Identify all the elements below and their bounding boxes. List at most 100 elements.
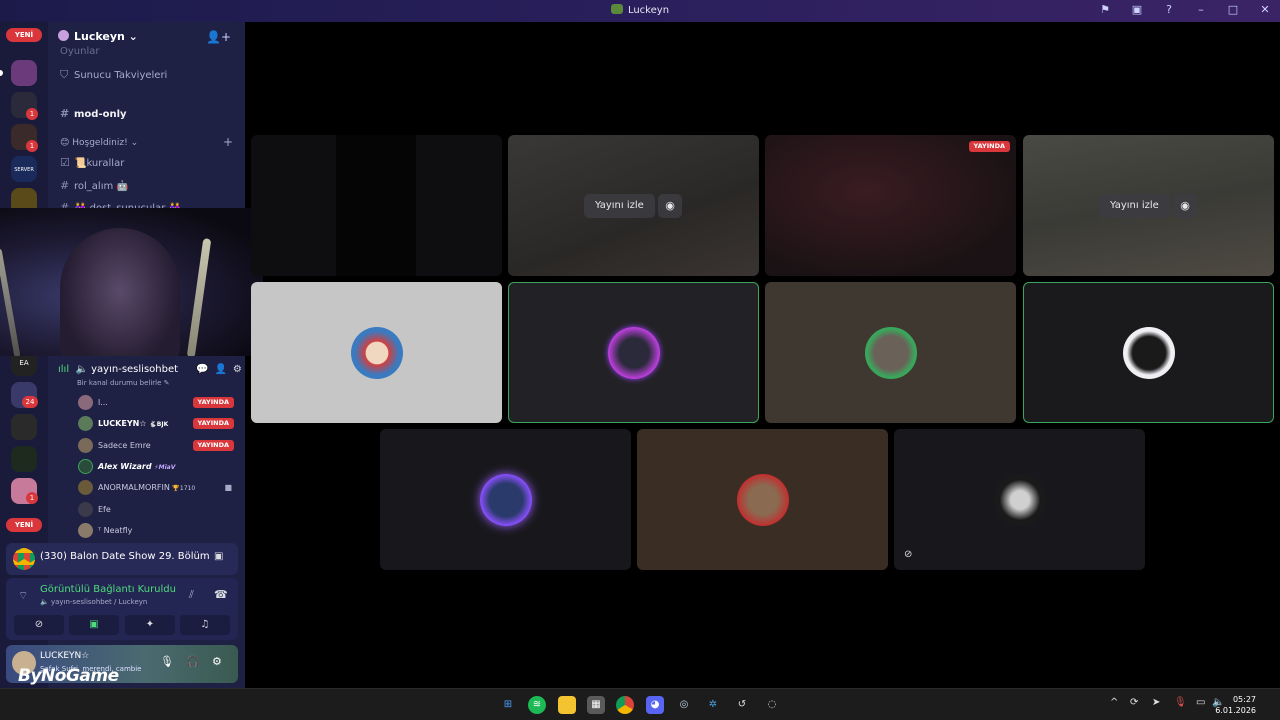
channel-rol-alim[interactable]: # rol_alım 🤖 <box>60 179 129 192</box>
server-name-header[interactable]: Luckeyn ⌄ <box>58 30 138 43</box>
channel-kurallar[interactable]: ☑ 📜kurallar <box>60 156 124 169</box>
noise-suppression-icon[interactable]: ⫽ <box>189 588 194 602</box>
channel-boosts[interactable]: ⛉ Sunucu Takviyeleri <box>60 68 167 82</box>
microphone-icon[interactable]: 🎙 <box>1174 697 1187 708</box>
signal-icon[interactable]: ⌔ <box>18 589 28 603</box>
voice-user[interactable]: l... YAYINDA <box>78 395 238 411</box>
help-icon[interactable]: ? <box>1160 3 1178 16</box>
video-off-icon: ⊘ <box>904 549 913 560</box>
rules-icon: ☑ <box>60 156 70 169</box>
user-name: Sadece Emre <box>98 441 151 450</box>
avatar <box>78 502 93 517</box>
watch-stream-button[interactable]: Yayını izle <box>1099 194 1170 218</box>
user-name[interactable]: LUCKEYN☆ <box>40 651 89 661</box>
server-icon-9[interactable] <box>11 446 37 472</box>
user-tag: 🐇BJK <box>149 421 169 428</box>
invite-icon[interactable]: 👤+ <box>206 30 231 44</box>
channel-mod-only[interactable]: # mod-only <box>60 107 127 120</box>
chrome-icon[interactable] <box>616 696 634 714</box>
stream-tile-1[interactable] <box>251 135 502 276</box>
server-icon-1[interactable] <box>11 60 37 86</box>
connection-status[interactable]: Görüntülü Bağlantı Kuruldu <box>40 584 176 595</box>
app-icon[interactable]: ↺ <box>733 696 751 714</box>
telegram-icon[interactable]: ➤ <box>1152 697 1160 708</box>
screen-share-icon[interactable]: ▣ <box>1128 3 1146 16</box>
server-icon-8[interactable] <box>11 414 37 440</box>
obs-icon[interactable]: ◌ <box>763 696 781 714</box>
gear-icon[interactable]: ⚙ <box>212 655 222 668</box>
file-explorer-icon[interactable] <box>558 696 576 714</box>
watch-stream-button[interactable]: Yayını izle <box>584 194 655 218</box>
clock-date: 6.01.2026 <box>1215 706 1256 715</box>
channel-partial[interactable]: Oyunlar <box>60 46 99 57</box>
server-flower-icon <box>58 30 69 41</box>
soundboard-button[interactable]: ♫ <box>180 615 230 635</box>
user-name-text: ANORMALMORFIN <box>98 483 170 492</box>
close-button[interactable]: ✕ <box>1256 3 1274 16</box>
gear-icon[interactable]: ⚙ <box>233 364 242 375</box>
new-badge: YENİ <box>6 28 42 42</box>
screen-share-icon[interactable]: ▣ <box>214 551 223 562</box>
sync-icon[interactable]: ⟳ <box>1130 697 1138 708</box>
screen-share-button[interactable]: ▣ <box>69 615 119 635</box>
disconnect-icon[interactable]: ☎ <box>214 588 228 601</box>
system-clock[interactable]: 05:27 6.01.2026 <box>1215 694 1256 716</box>
network-icon[interactable]: ▭ <box>1196 697 1205 708</box>
category-welcome[interactable]: 😊 Hoşgeldiniz! ⌄ <box>60 138 138 148</box>
participant-tile-7[interactable]: ⊘ <box>894 429 1145 570</box>
voice-status[interactable]: Bir kanal durumu belirle ✎ <box>77 379 170 387</box>
add-channel-icon[interactable]: + <box>223 135 233 149</box>
avatar <box>78 459 93 474</box>
start-icon[interactable]: ⊞ <box>499 696 517 714</box>
avatar <box>993 473 1046 526</box>
microphone-icon[interactable]: 🎙 <box>160 655 174 668</box>
spotify-icon[interactable]: ≋ <box>528 696 546 714</box>
headphones-icon[interactable]: 🎧 <box>186 655 200 668</box>
steam-icon[interactable]: ◎ <box>675 696 693 714</box>
voice-user[interactable]: ANORMALMORFIN 🏆1710 ■ <box>78 480 238 496</box>
chevron-up-icon[interactable]: ^ <box>1110 697 1118 708</box>
preview-eye-icon[interactable]: ◉ <box>1173 194 1197 218</box>
connection-channel[interactable]: 🔈 yayın-seslisohbet / Luckeyn <box>40 598 147 606</box>
hash-icon: # <box>60 179 70 192</box>
avatar <box>1122 326 1175 379</box>
unread-pill <box>0 70 3 76</box>
voice-user[interactable]: LUCKEYN☆ 🐇BJK YAYINDA <box>78 416 238 432</box>
server-icon-serverhane[interactable]: SERVER HANE <box>11 156 37 182</box>
new-badge: YENİ <box>6 518 42 532</box>
boosts-label: Sunucu Takviyeleri <box>74 70 168 81</box>
settings-app-icon[interactable]: ✲ <box>704 696 722 714</box>
discord-icon[interactable]: ◕ <box>646 696 664 714</box>
window-title-text: Luckeyn <box>627 5 670 16</box>
activities-button[interactable]: ✦ <box>125 615 175 635</box>
user-tag: ⚡MiaV <box>154 464 176 471</box>
chat-icon[interactable]: 💬 <box>196 364 208 375</box>
participant-tile-3[interactable] <box>765 282 1016 423</box>
voice-user[interactable]: ᵀ Neatfly <box>78 523 238 539</box>
participant-tile-5[interactable] <box>380 429 631 570</box>
inbox-icon[interactable]: ⚑ <box>1096 3 1114 16</box>
maximize-button[interactable]: □ <box>1224 3 1242 16</box>
participant-tile-2[interactable] <box>508 282 759 423</box>
server-count-badge: 24 <box>22 396 38 408</box>
minimize-button[interactable]: – <box>1192 3 1210 16</box>
stream-tile-4[interactable]: Yayını izle ◉ <box>1023 135 1274 276</box>
participant-tile-4[interactable] <box>1023 282 1274 423</box>
user-name: Efe <box>98 505 111 514</box>
add-member-icon[interactable]: 👤 <box>214 364 226 375</box>
participant-tile-6[interactable] <box>637 429 888 570</box>
voice-user[interactable]: Alex Wizard ⚡MiaV <box>78 459 238 475</box>
voice-user[interactable]: Efe <box>78 502 238 518</box>
store-icon[interactable]: ▦ <box>587 696 605 714</box>
clock-time: 05:27 <box>1232 695 1256 704</box>
stream-tile-2[interactable]: Yayını izle ◉ <box>508 135 759 276</box>
participant-tile-1[interactable] <box>251 282 502 423</box>
preview-eye-icon[interactable]: ◉ <box>658 194 682 218</box>
avatar <box>479 473 532 526</box>
camera-off-button[interactable]: ⊘ <box>14 615 64 635</box>
hash-icon: # <box>60 107 70 120</box>
avatar <box>78 416 93 431</box>
stream-tile-3[interactable]: YAYINDA <box>765 135 1016 276</box>
voice-user[interactable]: Sadece Emre YAYINDA <box>78 438 238 454</box>
voice-channel-header[interactable]: ılıl 🔈 yayın-seslisohbet <box>58 364 178 375</box>
